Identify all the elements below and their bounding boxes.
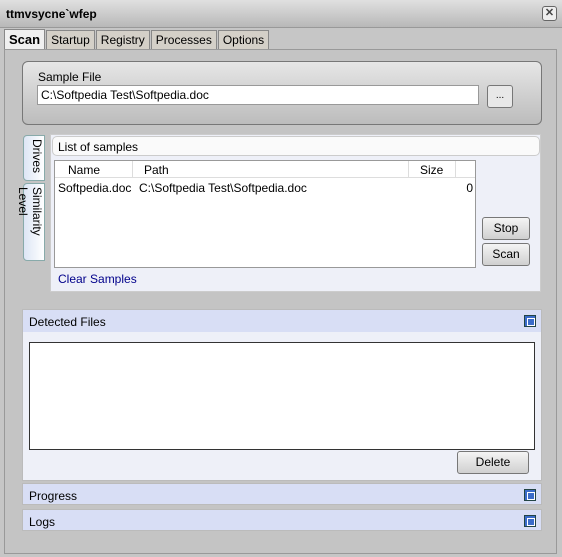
detected-files-title: Detected Files <box>29 315 106 329</box>
clear-samples-link[interactable]: Clear Samples <box>58 272 137 286</box>
progress-section[interactable]: Progress <box>22 483 542 505</box>
title-bar: ttmvsycne`wfep ✕ <box>0 0 562 28</box>
browse-button[interactable]: ... <box>487 85 513 108</box>
tab-registry[interactable]: Registry <box>95 30 150 49</box>
logs-section[interactable]: Logs <box>22 509 542 531</box>
samples-header: List of samples <box>52 136 540 156</box>
samples-list[interactable]: Name Path Size Softpedia.doc C:\Softpedi… <box>54 160 476 268</box>
tab-scan[interactable]: Scan <box>4 29 46 50</box>
close-icon[interactable]: ✕ <box>542 6 557 21</box>
list-header: Name Path Size <box>55 161 475 178</box>
restore-icon[interactable] <box>524 515 536 527</box>
restore-icon[interactable] <box>524 489 536 501</box>
cell-size: 0 <box>466 181 473 195</box>
column-name[interactable]: Name <box>55 161 133 177</box>
samples-panel: List of samples Name Path Size Softpedia… <box>50 134 541 292</box>
tab-bar: Scan Startup Registry Processes Options <box>4 29 270 50</box>
sample-file-input[interactable]: C:\Softpedia Test\Softpedia.doc <box>37 85 479 105</box>
detected-files-section: Detected Files Delete <box>22 309 542 481</box>
side-tab-drives[interactable]: Drives <box>23 135 45 181</box>
tab-options[interactable]: Options <box>217 30 270 49</box>
column-size[interactable]: Size <box>409 161 456 177</box>
logs-title: Logs <box>29 515 56 529</box>
sample-file-group: Sample File C:\Softpedia Test\Softpedia.… <box>22 61 542 125</box>
sample-file-label: Sample File <box>38 70 102 84</box>
table-row[interactable]: Softpedia.doc C:\Softpedia Test\Softpedi… <box>55 178 475 195</box>
tab-processes[interactable]: Processes <box>150 30 217 49</box>
stop-button[interactable]: Stop <box>482 217 530 240</box>
tab-startup[interactable]: Startup <box>46 30 95 49</box>
column-path[interactable]: Path <box>133 161 409 177</box>
restore-icon[interactable] <box>524 315 536 327</box>
window-title: ttmvsycne`wfep <box>6 7 97 21</box>
cell-name: Softpedia.doc <box>58 181 132 195</box>
detected-files-list[interactable] <box>29 342 535 450</box>
detected-files-header[interactable]: Detected Files <box>23 310 541 332</box>
delete-button[interactable]: Delete <box>457 451 529 474</box>
scan-button[interactable]: Scan <box>482 243 530 266</box>
progress-title: Progress <box>29 489 78 503</box>
side-tab-similarity-level[interactable]: Similarity Level <box>16 183 45 261</box>
cell-path: C:\Softpedia Test\Softpedia.doc <box>139 181 307 195</box>
